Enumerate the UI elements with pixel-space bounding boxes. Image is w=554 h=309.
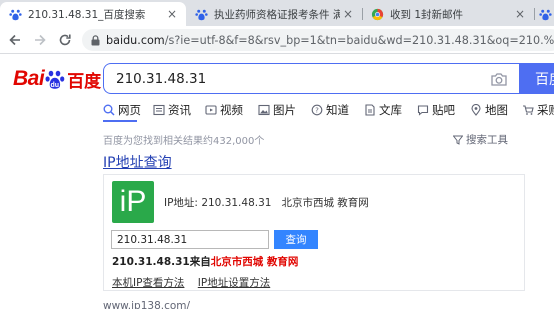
tab-label: 文库 bbox=[379, 103, 402, 117]
address-url: baidu.com/s?ie=utf-8&f=8&rsv_bp=1&tn=bai… bbox=[106, 34, 554, 47]
tab-video[interactable]: 视频 bbox=[205, 99, 243, 121]
tab-title: 执业药师资格证报考条件 满三年 bbox=[214, 8, 340, 21]
close-icon[interactable]: × bbox=[340, 7, 356, 21]
browser-toolbar: baidu.com/s?ie=utf-8&f=8&rsv_bp=1&tn=bai… bbox=[0, 26, 554, 54]
tab-partial[interactable] bbox=[535, 2, 554, 26]
tab-label: 知道 bbox=[326, 103, 349, 117]
lock-icon bbox=[91, 34, 100, 45]
ip-result-location: 北京市西城 教育网 bbox=[210, 256, 299, 268]
result-count: 百度为您找到相关结果约432,000个 bbox=[103, 136, 265, 147]
ip-result-address: 210.31.48.31来自 bbox=[112, 256, 211, 268]
search-tools-label: 搜索工具 bbox=[466, 134, 508, 146]
tab-purchase[interactable]: 采购 bbox=[522, 99, 554, 121]
question-icon: ? bbox=[311, 104, 323, 116]
reload-icon bbox=[59, 34, 71, 46]
close-icon[interactable]: × bbox=[512, 7, 528, 21]
search-tools-button[interactable]: 搜索工具 bbox=[453, 132, 508, 147]
ip-info-location: 北京市西城 教育网 bbox=[281, 197, 369, 209]
tab-label: 贴吧 bbox=[432, 103, 455, 117]
close-icon[interactable]: × bbox=[164, 7, 180, 21]
logo-bai: Bai bbox=[13, 67, 45, 90]
tab-label: 图片 bbox=[273, 103, 296, 117]
tab-mail[interactable]: 收到 1封新邮件 × bbox=[362, 2, 534, 26]
active-tab-indicator bbox=[103, 120, 137, 122]
search-icon bbox=[103, 104, 115, 116]
baidu-paw-icon bbox=[9, 9, 22, 20]
baidu-paw-icon bbox=[539, 9, 552, 20]
reload-button[interactable] bbox=[56, 31, 74, 49]
svg-text:du: du bbox=[51, 81, 60, 88]
search-query: 210.31.48.31 bbox=[116, 70, 207, 87]
ip-result: 210.31.48.31来自北京市西城 教育网 bbox=[112, 254, 298, 269]
tab-label: 视频 bbox=[220, 103, 243, 117]
arrow-left-icon bbox=[9, 34, 20, 46]
tab-title: 收到 1封新邮件 bbox=[390, 8, 464, 21]
image-icon bbox=[258, 104, 270, 116]
ip-query-input[interactable]: 210.31.48.31 bbox=[111, 230, 269, 249]
ip-info-address: 210.31.48.31 bbox=[201, 197, 272, 209]
cart-icon bbox=[523, 105, 534, 115]
camera-icon[interactable] bbox=[491, 72, 507, 86]
local-ip-method-link[interactable]: 本机IP查看方法 bbox=[112, 277, 184, 289]
baidu-paw-icon: du bbox=[45, 70, 65, 88]
tab-web[interactable]: 网页 bbox=[103, 99, 141, 121]
tab-wenku[interactable]: 文库 bbox=[364, 99, 402, 121]
news-icon bbox=[153, 104, 165, 116]
browser-circle-icon bbox=[371, 8, 384, 20]
map-icon bbox=[471, 104, 481, 116]
ip-info-label: IP地址: bbox=[164, 197, 198, 209]
search-button[interactable]: 百度 bbox=[519, 63, 554, 94]
tab-map[interactable]: 地图 bbox=[470, 99, 508, 121]
url-path: /s?ie=utf-8&f=8&rsv_bp=1&tn=baidu&wd=210… bbox=[164, 33, 554, 47]
browser-tab-strip: 210.31.48.31_百度搜索 × 执业药师资格证报考条件 满三年 × 收到… bbox=[0, 0, 554, 26]
address-bar[interactable]: baidu.com/s?ie=utf-8&f=8&rsv_bp=1&tn=bai… bbox=[82, 29, 554, 51]
ip-lookup-card: iP IP地址: 210.31.48.31 北京市西城 教育网 210.31.4… bbox=[103, 174, 525, 291]
ip-setting-method-link[interactable]: IP地址设置方法 bbox=[198, 277, 270, 289]
video-icon bbox=[205, 105, 217, 115]
ip-logo: iP bbox=[112, 181, 154, 223]
svg-text:?: ? bbox=[315, 107, 319, 115]
tab-news[interactable]: 资讯 bbox=[153, 99, 191, 121]
baidu-logo[interactable]: Bai du 百度 bbox=[13, 66, 101, 92]
tab-label: 地图 bbox=[485, 103, 508, 117]
search-tabs: 网页 资讯 视频 图片 ? 知道 文库 贴吧 地图 采购 bbox=[0, 99, 554, 121]
tab-baidu-search[interactable]: 210.31.48.31_百度搜索 × bbox=[0, 2, 186, 26]
document-icon bbox=[365, 104, 375, 116]
filter-icon bbox=[453, 135, 463, 145]
tab-pharmacist[interactable]: 执业药师资格证报考条件 满三年 × bbox=[186, 2, 362, 26]
logo-chinese: 百度 bbox=[67, 71, 102, 92]
ip-info: IP地址: 210.31.48.31 北京市西城 教育网 bbox=[164, 195, 369, 210]
result-source-url[interactable]: www.ip138.com/ bbox=[103, 300, 190, 309]
tab-tieba[interactable]: 贴吧 bbox=[417, 99, 455, 121]
tab-label: 网页 bbox=[118, 103, 141, 117]
search-input[interactable]: 210.31.48.31 bbox=[103, 63, 519, 94]
arrow-right-icon bbox=[35, 34, 46, 46]
tab-zhidao[interactable]: ? 知道 bbox=[311, 99, 349, 121]
help-links: 本机IP查看方法 IP地址设置方法 bbox=[112, 275, 280, 290]
forward-button[interactable] bbox=[31, 31, 49, 49]
chat-icon bbox=[417, 105, 429, 116]
ip-query-button[interactable]: 查询 bbox=[274, 230, 318, 249]
back-button[interactable] bbox=[6, 31, 24, 49]
baidu-paw-icon bbox=[195, 9, 208, 20]
tab-label: 采购 bbox=[537, 103, 554, 117]
url-host: baidu.com bbox=[106, 33, 165, 47]
tab-label: 资讯 bbox=[168, 103, 191, 117]
tab-images[interactable]: 图片 bbox=[258, 99, 296, 121]
tab-title: 210.31.48.31_百度搜索 bbox=[28, 8, 146, 21]
result-title-link[interactable]: IP地址查询 bbox=[103, 152, 172, 172]
